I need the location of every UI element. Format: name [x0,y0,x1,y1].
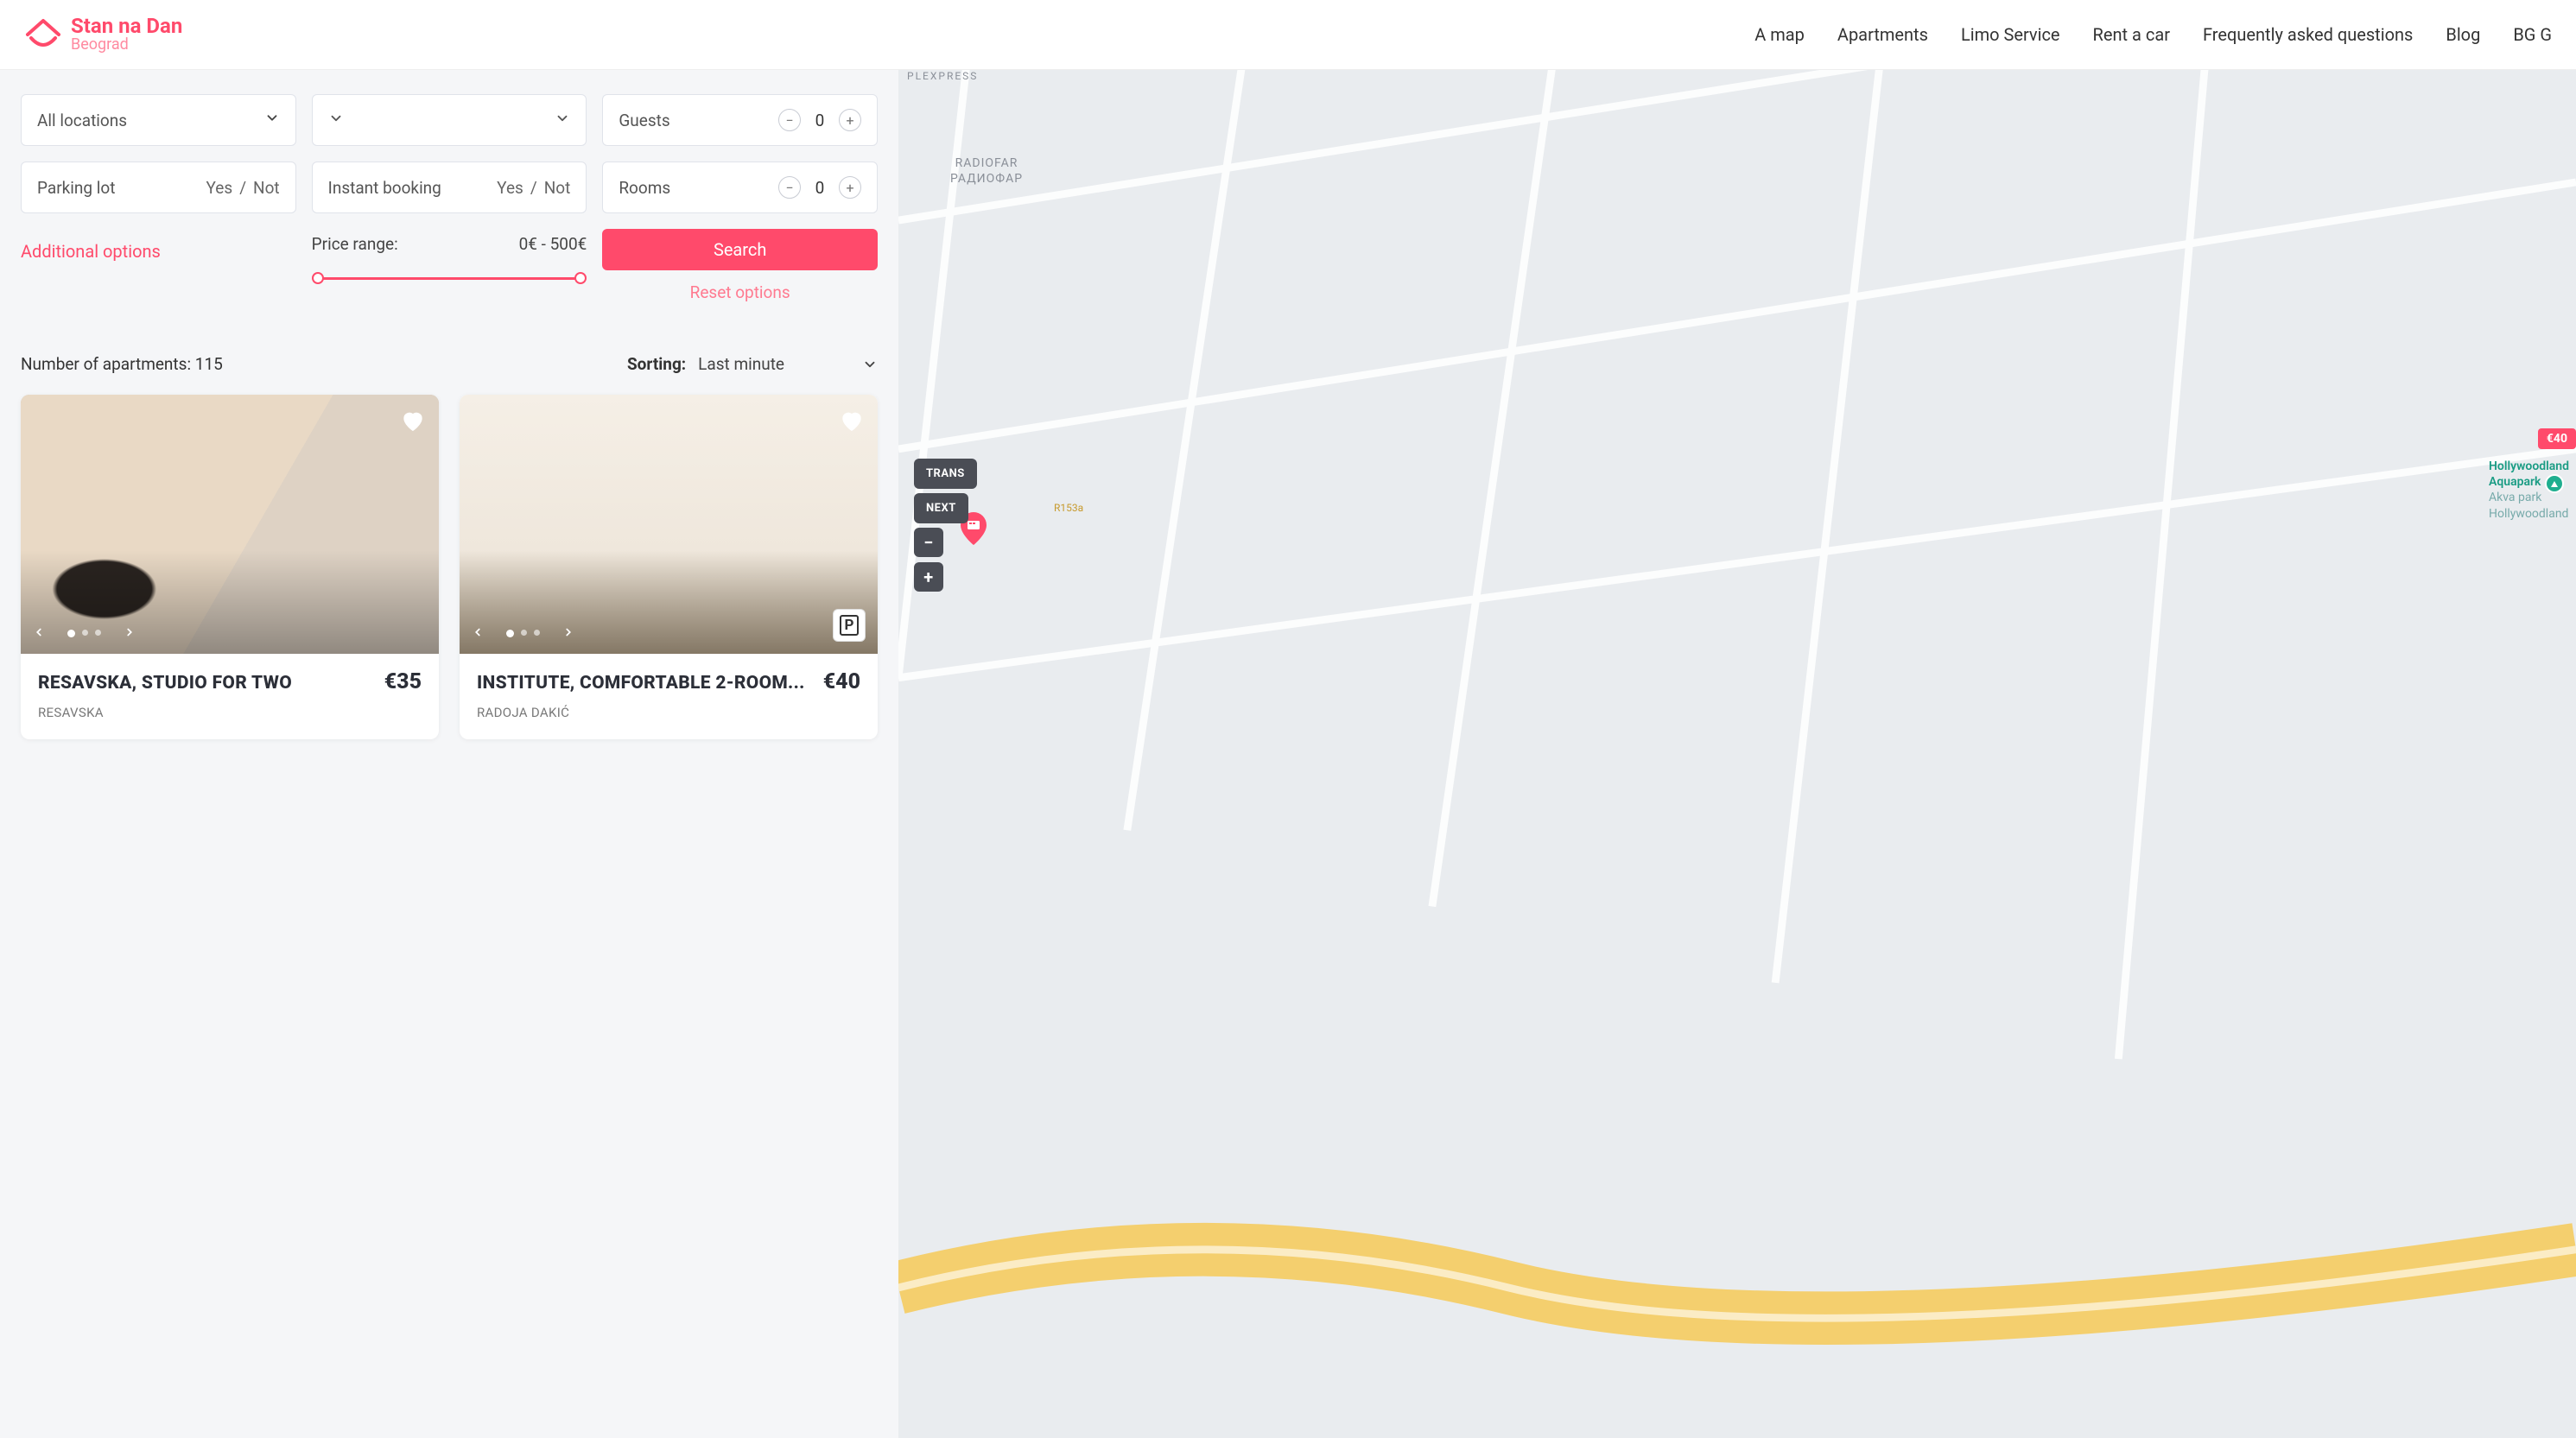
carousel-dot[interactable] [506,630,514,637]
guests-stepper: Guests − 0 + [602,94,878,146]
logo-text-2: Beograd [71,37,182,54]
carousel-controls [472,625,574,642]
nav-map[interactable]: A map [1754,24,1805,45]
map-next-button[interactable]: NEXT [914,493,968,523]
price-range: Price range: 0€ - 500€ [312,229,587,302]
chevron-down-icon [264,111,280,130]
locations-label: All locations [37,111,127,130]
parking-yes[interactable]: Yes [206,178,233,198]
results-bar: Number of apartments: 115 Sorting: Last … [21,354,878,374]
carousel-prev[interactable] [472,625,484,642]
rooms-increment[interactable]: + [839,176,861,199]
filter-grid: All locations Guests − 0 + [21,94,878,302]
listing-title: INSTITUTE, COMFORTABLE 2-ROOM... [477,673,805,694]
listing-subtitle: RADOJA DAKIĆ [477,705,860,720]
sort-control: Sorting: Last minute [627,354,878,374]
results-count: Number of apartments: 115 [21,354,223,374]
parking-label: Parking lot [37,178,115,198]
instant-toggle: Instant booking Yes / Not [312,162,587,213]
logo-text-1: Stan na Dan [71,16,182,37]
nav-bg[interactable]: BG G [2513,24,2552,45]
map-panel[interactable]: PLEXPRESS RADIOFAR РАДИОФАР Hollywoodlan… [898,70,2576,1438]
nav-rent[interactable]: Rent a car [2093,24,2170,45]
chevron-down-icon [862,357,878,372]
rooms-value: 0 [813,178,827,198]
locations-select[interactable]: All locations [21,94,296,146]
listings-panel: All locations Guests − 0 + [0,70,898,1438]
price-label: Price range: [312,234,398,254]
chevron-down-icon [328,111,344,130]
carousel-dot[interactable] [534,630,540,636]
search-button[interactable]: Search [602,229,878,270]
listing-image [21,395,439,654]
guests-label: Guests [619,111,669,130]
primary-nav: A map Apartments Limo Service Rent a car… [1754,24,2552,45]
chevron-down-icon [555,111,570,130]
map-price-pin[interactable]: €40 [2538,428,2576,449]
listing-title: RESAVSKA, STUDIO FOR TWO [38,673,292,694]
carousel-dot[interactable] [82,630,88,636]
carousel-next[interactable] [124,625,136,642]
map-label-radiofar: RADIOFAR РАДИОФАР [950,156,1023,187]
listing-image: P [460,395,878,654]
nav-faq[interactable]: Frequently asked questions [2203,24,2413,45]
parking-badge: P [833,609,866,642]
map-label-plexpress: PLEXPRESS [907,70,978,83]
map-canvas[interactable] [898,70,2576,1438]
carousel-dot[interactable] [521,630,527,636]
cards-grid: RESAVSKA, STUDIO FOR TWO €35 RESAVSKA P [21,395,878,739]
carousel-dot[interactable] [95,630,101,636]
guests-value: 0 [813,111,827,130]
parking-not[interactable]: Not [253,178,280,198]
listing-card[interactable]: P INSTITUTE, COMFORTABLE 2-RO [460,395,878,739]
heart-icon[interactable] [399,407,427,438]
carousel-prev[interactable] [33,625,45,642]
park-marker-icon [2545,474,2564,493]
price-value: 0€ - 500€ [519,234,587,254]
parking-toggle: Parking lot Yes / Not [21,162,296,213]
map-road-label: R153a [1054,502,1083,514]
logo-icon [24,17,62,52]
sort-label: Sorting: [627,354,686,374]
listing-subtitle: RESAVSKA [38,705,422,720]
nav-limo[interactable]: Limo Service [1961,24,2060,45]
rooms-label: Rooms [619,178,670,198]
guests-decrement[interactable]: − [778,109,801,131]
rooms-stepper: Rooms − 0 + [602,162,878,213]
dates-select[interactable] [312,94,587,146]
instant-label: Instant booking [328,178,441,198]
logo[interactable]: Stan na Dan Beograd [24,16,182,54]
carousel-controls [33,625,136,642]
price-slider[interactable] [312,269,587,287]
listing-price: €35 [384,669,422,694]
heart-icon[interactable] [838,407,866,438]
listing-price: €40 [823,669,860,694]
rooms-decrement[interactable]: − [778,176,801,199]
site-header: Stan na Dan Beograd A map Apartments Lim… [0,0,2576,70]
nav-apartments[interactable]: Apartments [1837,24,1928,45]
guests-increment[interactable]: + [839,109,861,131]
map-trans-button[interactable]: TRANS [914,459,977,489]
carousel-next[interactable] [562,625,574,642]
reset-options-link[interactable]: Reset options [602,282,878,302]
additional-options-link[interactable]: Additional options [21,229,296,302]
instant-not[interactable]: Not [544,178,571,198]
listing-card[interactable]: RESAVSKA, STUDIO FOR TWO €35 RESAVSKA [21,395,439,739]
map-zoom-in[interactable]: + [914,562,943,592]
instant-yes[interactable]: Yes [497,178,523,198]
carousel-dot[interactable] [67,630,75,637]
sort-select[interactable]: Last minute [698,354,878,374]
map-zoom-out[interactable]: − [914,528,943,557]
nav-blog[interactable]: Blog [2446,24,2480,45]
